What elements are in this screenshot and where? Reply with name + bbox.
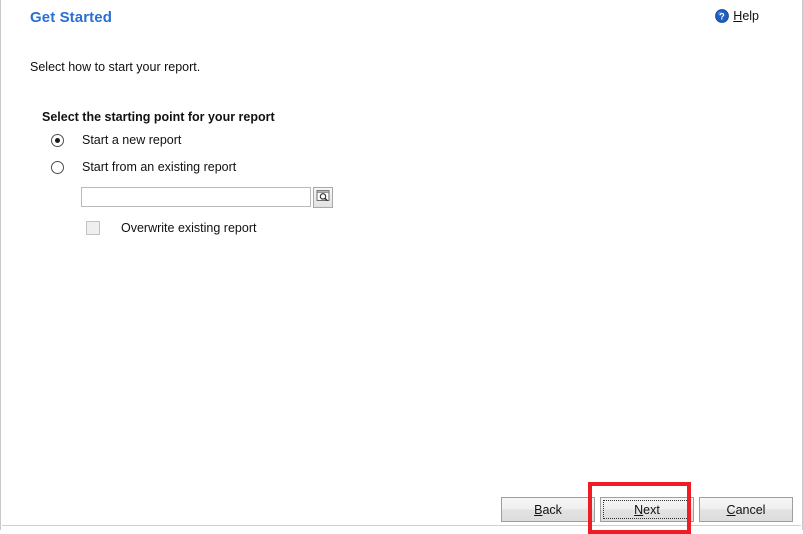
browse-report-button[interactable]	[313, 187, 333, 208]
page-title: Get Started	[30, 9, 112, 26]
cancel-label-rest: ancel	[735, 502, 766, 517]
next-button-slot: Next	[595, 497, 699, 522]
footer-separator	[2, 525, 801, 526]
cancel-button[interactable]: Cancel	[699, 497, 793, 522]
wizard-page: Get Started ? Help Select how to start y…	[0, 0, 803, 534]
svg-text:?: ?	[720, 11, 726, 21]
next-label-rest: ext	[643, 502, 660, 517]
existing-report-field-group	[81, 187, 333, 208]
footer-button-bar: Back Next Cancel	[501, 497, 793, 522]
checkbox-label-overwrite-existing-report[interactable]: Overwrite existing report	[121, 221, 256, 235]
help-link[interactable]: ? Help	[715, 9, 759, 23]
next-accel-letter: N	[634, 502, 644, 517]
back-label-rest: ack	[542, 502, 562, 517]
intro-text: Select how to start your report.	[30, 60, 201, 74]
cancel-accel-letter: C	[726, 502, 736, 517]
back-button[interactable]: Back	[501, 497, 595, 522]
radio-label-start-new-report[interactable]: Start a new report	[82, 133, 181, 147]
radio-start-new-report[interactable]	[51, 133, 64, 147]
radio-start-from-existing-report[interactable]	[51, 160, 64, 174]
existing-report-input[interactable]	[81, 187, 311, 207]
radio-label-start-from-existing-report[interactable]: Start from an existing report	[82, 160, 236, 174]
help-circle-icon: ?	[715, 9, 730, 23]
browse-search-icon	[316, 189, 330, 206]
next-button[interactable]: Next	[600, 497, 694, 522]
back-accel-letter: B	[534, 502, 543, 517]
help-label: Help	[733, 9, 759, 23]
radio-row-start-from-existing-report[interactable]: Start from an existing report	[51, 160, 236, 174]
checkbox-overwrite-existing-report[interactable]	[86, 221, 100, 235]
help-accel-letter: H	[733, 9, 743, 23]
radio-row-start-new-report[interactable]: Start a new report	[51, 133, 181, 147]
help-label-rest: elp	[742, 9, 759, 23]
starting-point-group-label: Select the starting point for your repor…	[42, 110, 275, 124]
checkbox-row-overwrite-existing-report[interactable]: Overwrite existing report	[86, 221, 256, 235]
